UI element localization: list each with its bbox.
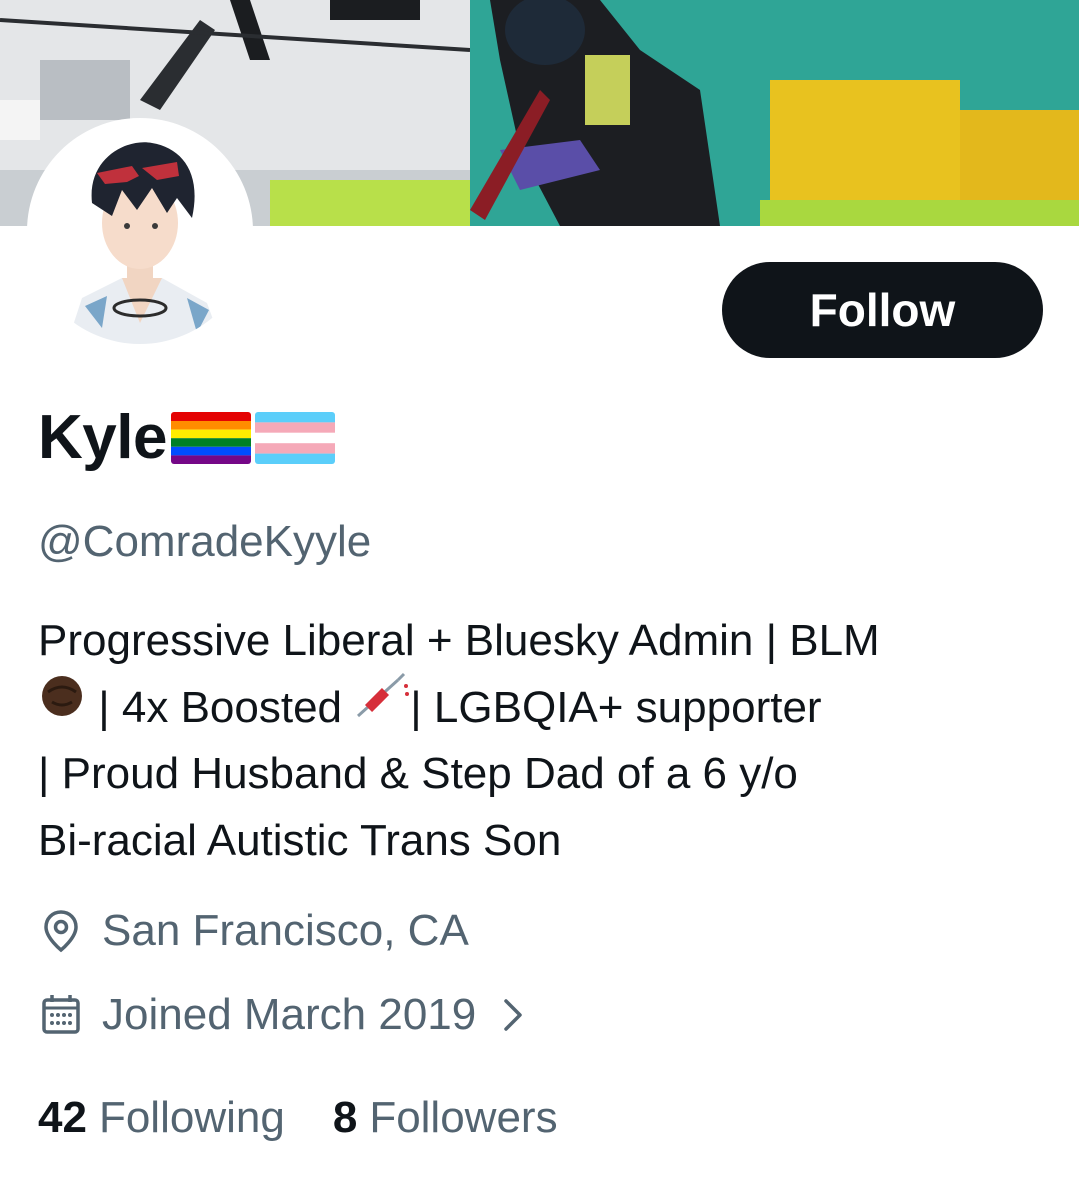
profile-bio: Progressive Liberal + Bluesky Admin | BL…: [38, 608, 1038, 874]
transgender-flag-icon: [254, 412, 335, 464]
profile-location: San Francisco, CA: [38, 906, 469, 956]
calendar-icon: [38, 992, 84, 1038]
location-pin-icon: [38, 908, 84, 954]
following-link[interactable]: 42 Following: [38, 1088, 285, 1148]
following-label: Following: [98, 1093, 285, 1142]
chevron-right-icon: [502, 995, 526, 1035]
bio-line-2-text-b: | LGBQIA+ supporter: [410, 682, 822, 732]
bio-line-3: | Proud Husband & Step Dad of a 6 y/o: [38, 749, 798, 798]
joined-text: Joined March 2019: [102, 990, 477, 1039]
profile-handle: @ComradeKyyle: [38, 517, 372, 566]
bio-line-4: Bi-racial Autistic Trans Son: [38, 815, 562, 865]
location-text: San Francisco, CA: [102, 906, 469, 955]
followers-count: 8: [332, 1093, 358, 1142]
rainbow-flag-icon: [170, 412, 251, 464]
followers-link[interactable]: 8 Followers: [333, 1088, 558, 1148]
avatar-illustration: [36, 127, 244, 344]
profile-name-row: Kyle: [38, 400, 335, 476]
raised-fist-icon: [38, 672, 86, 740]
syringe-icon: [354, 672, 410, 740]
profile-stats: 42 Following 8 Followers: [38, 1088, 606, 1148]
display-name: Kyle: [38, 403, 167, 472]
bio-line-2: | 4x Boosted | LGBQIA+ supporter: [38, 672, 1038, 742]
profile-joined[interactable]: Joined March 2019: [38, 990, 526, 1040]
bio-line-1: Progressive Liberal + Bluesky Admin | BL…: [38, 616, 880, 665]
bio-line-2-text-a: | 4x Boosted: [86, 682, 355, 732]
follow-button[interactable]: Follow: [722, 262, 1043, 358]
following-count: 42: [38, 1093, 87, 1142]
followers-label: Followers: [369, 1093, 558, 1142]
profile-avatar[interactable]: [27, 118, 253, 344]
